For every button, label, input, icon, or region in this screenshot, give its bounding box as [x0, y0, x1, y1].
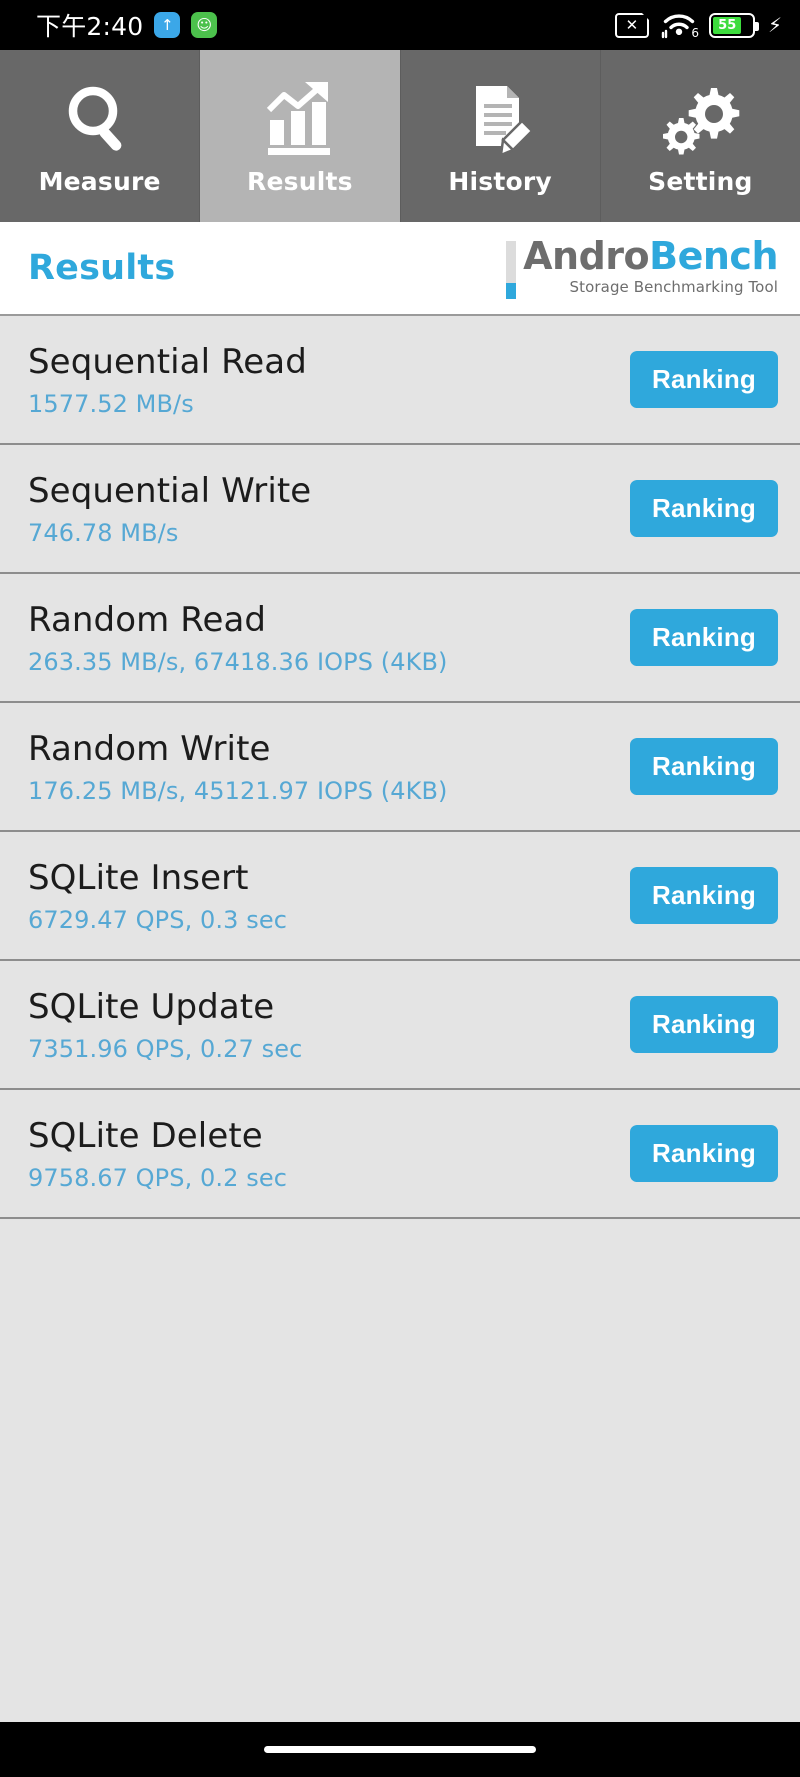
charging-bolt-icon: ⚡: [767, 13, 782, 37]
app-window: 下午2:40 ↑ ☺ ✕ 6 55 ⚡ Measure Results Hist…: [0, 0, 800, 1777]
upload-arrow-icon: ↑: [154, 12, 181, 38]
tab-results[interactable]: Results: [200, 50, 401, 222]
table-row[interactable]: SQLite Insert 6729.47 QPS, 0.3 sec Ranki…: [0, 832, 800, 961]
result-title: SQLite Update: [28, 986, 275, 1027]
row-texts: Sequential Write 746.78 MB/s: [28, 471, 311, 547]
table-row[interactable]: Sequential Read 1577.52 MB/s Ranking: [0, 316, 800, 445]
result-value: 6729.47 QPS, 0.3 sec: [28, 905, 287, 934]
magnifier-icon: [61, 77, 139, 161]
results-list: Sequential Read 1577.52 MB/s Ranking Seq…: [0, 316, 800, 1722]
result-title: SQLite Delete: [28, 1115, 263, 1156]
logo-text: AndroBench Storage Benchmarking Tool: [523, 237, 778, 296]
bar-chart-arrow-icon: [260, 77, 340, 161]
ranking-button[interactable]: Ranking: [630, 996, 778, 1053]
tab-measure[interactable]: Measure: [0, 50, 201, 222]
home-gesture-pill[interactable]: [264, 1746, 536, 1753]
ranking-button[interactable]: Ranking: [630, 867, 778, 924]
result-value: 746.78 MB/s: [28, 518, 179, 547]
result-title: Random Read: [28, 599, 267, 640]
androbench-logo: AndroBench Storage Benchmarking Tool: [506, 237, 778, 299]
row-texts: SQLite Delete 9758.67 QPS, 0.2 sec: [28, 1116, 287, 1192]
tab-bar: Measure Results History Setting: [0, 50, 800, 222]
table-row[interactable]: Sequential Write 746.78 MB/s Ranking: [0, 445, 800, 574]
result-title: Sequential Write: [28, 470, 312, 511]
table-row[interactable]: Random Read 263.35 MB/s, 67418.36 IOPS (…: [0, 574, 800, 703]
battery-percent-label: 55: [712, 16, 742, 34]
logo-bar-blue: [506, 283, 517, 299]
result-title: Sequential Read: [28, 341, 307, 382]
row-texts: Random Read 263.35 MB/s, 67418.36 IOPS (…: [28, 600, 447, 676]
result-title: Random Write: [28, 728, 271, 769]
ranking-button[interactable]: Ranking: [630, 480, 778, 537]
result-value: 263.35 MB/s, 67418.36 IOPS (4KB): [28, 647, 448, 676]
battery-icon: 55: [708, 12, 759, 38]
green-app-icon: ☺: [191, 12, 218, 38]
tab-history[interactable]: History: [400, 50, 601, 222]
logo-andro: Andro: [523, 234, 650, 278]
result-value: 9758.67 QPS, 0.2 sec: [28, 1163, 287, 1192]
ranking-button[interactable]: Ranking: [630, 351, 778, 408]
row-texts: Random Write 176.25 MB/s, 45121.97 IOPS …: [28, 729, 447, 805]
tab-label: Results: [247, 166, 353, 196]
logo-bench: Bench: [649, 234, 778, 278]
ranking-button[interactable]: Ranking: [630, 609, 778, 666]
status-clock: 下午2:40: [36, 12, 144, 41]
status-bar-left: 下午2:40 ↑ ☺: [36, 7, 615, 43]
result-title: SQLite Insert: [28, 857, 249, 898]
system-navigation-bar: [0, 1722, 800, 1777]
logo-wordmark: AndroBench: [523, 237, 778, 275]
table-row[interactable]: SQLite Delete 9758.67 QPS, 0.2 sec Ranki…: [0, 1090, 800, 1219]
tab-setting[interactable]: Setting: [600, 50, 800, 222]
gears-icon: [659, 77, 741, 161]
page-title: Results: [28, 248, 176, 288]
document-pencil-icon: [461, 77, 539, 161]
tab-label: History: [448, 166, 552, 196]
ranking-button[interactable]: Ranking: [630, 1125, 778, 1182]
row-texts: Sequential Read 1577.52 MB/s: [28, 342, 307, 418]
table-row[interactable]: Random Write 176.25 MB/s, 45121.97 IOPS …: [0, 703, 800, 832]
result-value: 176.25 MB/s, 45121.97 IOPS (4KB): [28, 776, 448, 805]
status-bar-right: ✕ 6 55 ⚡: [614, 11, 782, 40]
logo-bar-gray: [506, 241, 517, 283]
table-row[interactable]: SQLite Update 7351.96 QPS, 0.27 sec Rank…: [0, 961, 800, 1090]
tab-label: Measure: [38, 166, 161, 196]
wifi-generation-label: 6: [691, 25, 699, 40]
row-texts: SQLite Insert 6729.47 QPS, 0.3 sec: [28, 858, 287, 934]
page-header: Results AndroBench Storage Benchmarking …: [0, 222, 800, 316]
result-value: 7351.96 QPS, 0.27 sec: [28, 1034, 303, 1063]
result-value: 1577.52 MB/s: [28, 389, 194, 418]
ranking-button[interactable]: Ranking: [630, 738, 778, 795]
logo-tagline: Storage Benchmarking Tool: [569, 278, 778, 296]
tab-label: Setting: [648, 166, 753, 196]
status-bar: 下午2:40 ↑ ☺ ✕ 6 55 ⚡: [0, 0, 800, 50]
wifi-icon: 6: [660, 12, 699, 40]
logo-accent-bar: [506, 237, 517, 299]
sim-card-off-icon: ✕: [614, 11, 650, 38]
row-texts: SQLite Update 7351.96 QPS, 0.27 sec: [28, 987, 302, 1063]
